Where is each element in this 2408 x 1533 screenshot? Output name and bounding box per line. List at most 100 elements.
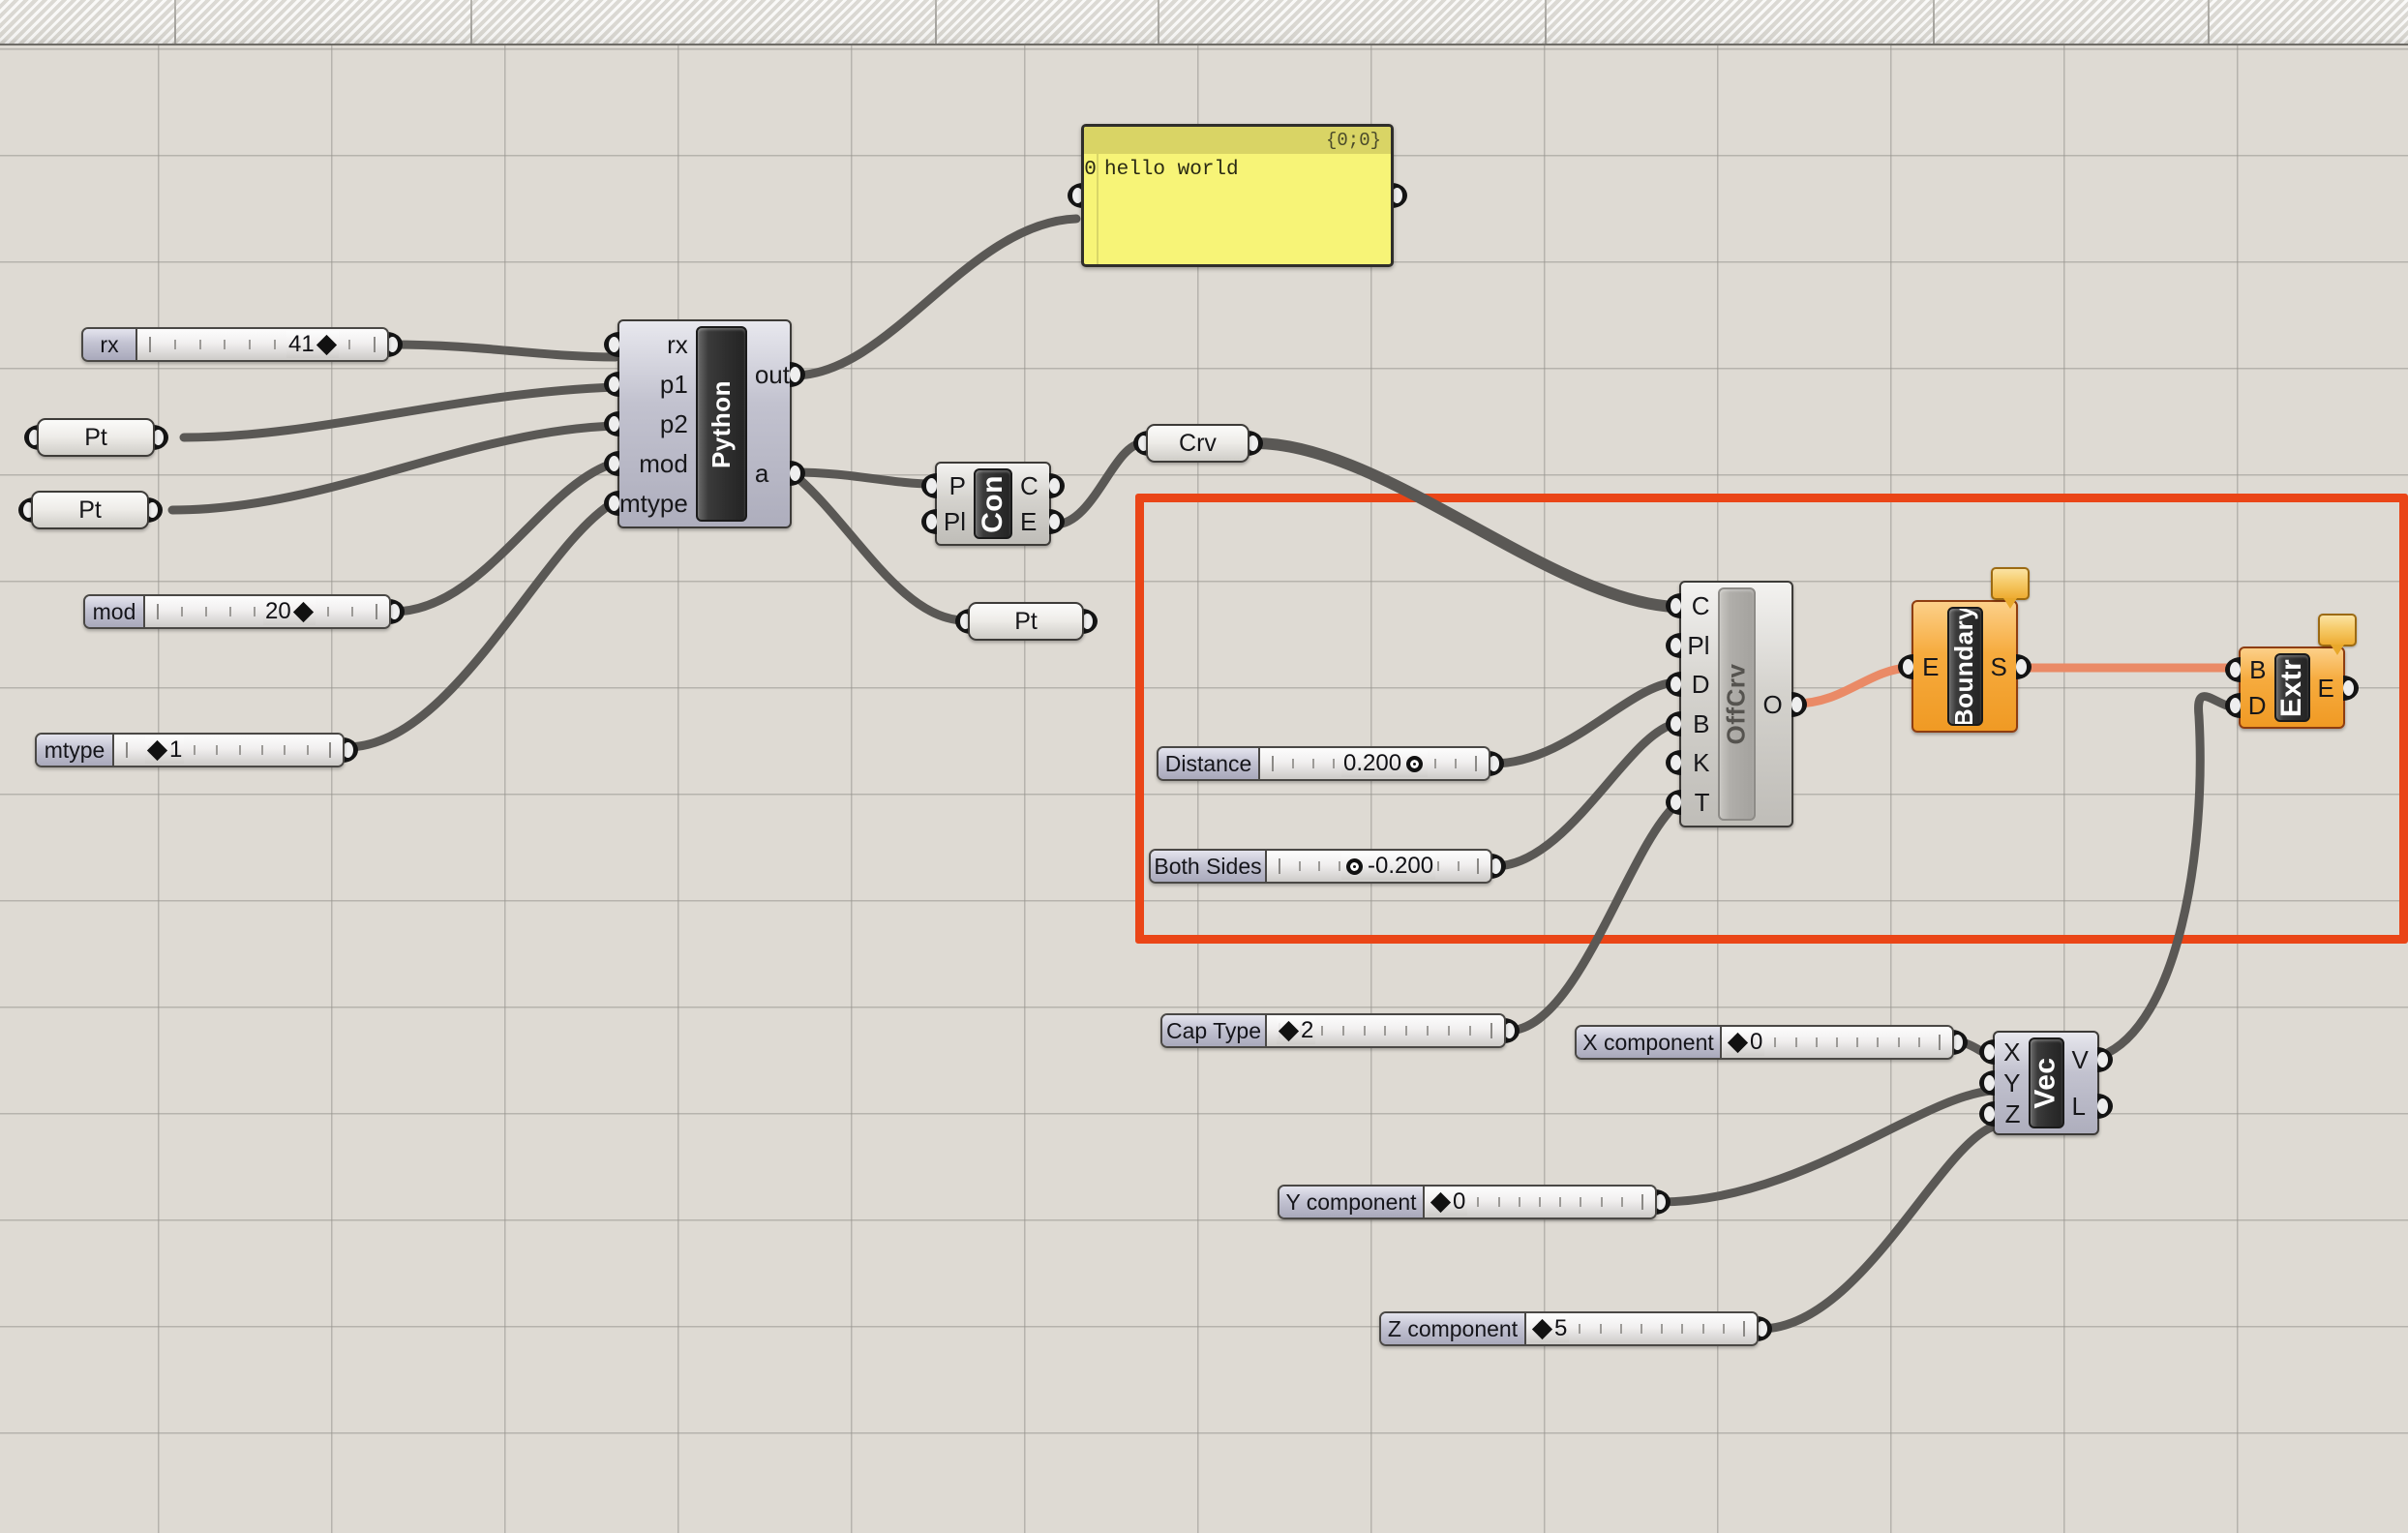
slider-y-component-value-group[interactable]: 0 <box>1429 1188 1467 1216</box>
output-port-nub[interactable] <box>1504 1018 1520 1043</box>
slider-distance-track[interactable]: 0.200 <box>1260 748 1489 779</box>
output-port-nub[interactable] <box>1248 431 1263 456</box>
wire-z-to-vec[interactable] <box>1761 1127 1991 1329</box>
input-port-c[interactable]: C <box>1692 593 1710 618</box>
input-port-pl[interactable]: Pl <box>944 509 966 534</box>
output-port-nub[interactable] <box>1049 473 1065 498</box>
slider-grip-handle[interactable] <box>1728 1032 1748 1052</box>
wire-pt2-to-python-p2[interactable] <box>172 426 616 510</box>
output-port-e[interactable]: E <box>1020 509 1037 534</box>
output-port-nub[interactable] <box>790 461 805 486</box>
warning-balloon-icon[interactable] <box>2318 614 2357 646</box>
slider-grip-handle[interactable] <box>1279 1020 1299 1040</box>
component-caption-capsule[interactable]: Extr <box>2274 653 2310 722</box>
slider-both-sides[interactable]: Both Sides -0.200 <box>1149 849 1492 884</box>
component-caption-capsule[interactable]: Con <box>974 468 1012 539</box>
input-port-pl[interactable]: Pl <box>1687 633 1709 658</box>
output-port-nub[interactable] <box>2097 1047 2113 1072</box>
output-port-c[interactable]: C <box>1020 473 1038 498</box>
slider-distance-label[interactable]: Distance <box>1159 748 1260 779</box>
input-port-z[interactable]: Z <box>2005 1101 2021 1127</box>
slider-x-component-value-group[interactable]: 0 <box>1726 1029 1764 1056</box>
slider-grip-handle[interactable] <box>1430 1191 1451 1212</box>
input-port-mod[interactable]: mod <box>639 451 688 476</box>
wire-con-e-to-crv[interactable] <box>1055 443 1142 525</box>
slider-both-sides-value-group[interactable]: -0.200 <box>1341 853 1435 880</box>
output-port-nub[interactable] <box>2097 1094 2113 1119</box>
input-port-t[interactable]: T <box>1695 790 1710 815</box>
output-port-nub[interactable] <box>389 599 405 624</box>
slider-grip-handle[interactable] <box>147 739 167 760</box>
slider-z-component-label[interactable]: Z component <box>1381 1313 1526 1344</box>
python-component[interactable]: rxp1p2modmtypePythonouta <box>617 319 792 528</box>
slider-rx[interactable]: rx41 <box>81 327 389 362</box>
output-port-nub[interactable] <box>153 425 168 450</box>
input-port-e[interactable]: E <box>1922 654 1939 679</box>
input-port-nub[interactable] <box>604 451 619 476</box>
component-caption-capsule[interactable]: Python <box>696 326 747 522</box>
input-port-y[interactable]: Y <box>2003 1070 2020 1096</box>
slider-grip-handle[interactable] <box>1532 1318 1552 1338</box>
output-port-o[interactable]: O <box>1763 692 1783 717</box>
output-port-a[interactable]: a <box>755 461 768 486</box>
vector-xyz-component[interactable]: XYZVecVL <box>1993 1031 2099 1135</box>
output-port-nub[interactable] <box>1049 509 1065 534</box>
slider-distance[interactable]: Distance0.200 <box>1157 746 1490 781</box>
input-port-d[interactable]: D <box>2248 693 2267 718</box>
component-caption-capsule[interactable]: Vec <box>2029 1037 2064 1128</box>
output-port-nub[interactable] <box>1655 1189 1671 1215</box>
input-port-nub[interactable] <box>1979 1039 1995 1065</box>
out-panel[interactable]: {0;0}0hello world <box>1081 124 1394 267</box>
input-port-x[interactable]: X <box>2003 1039 2020 1065</box>
wire-pt1-to-python-p1[interactable] <box>184 387 616 437</box>
input-port-d[interactable]: D <box>1692 672 1710 697</box>
slider-x-component-track[interactable]: 0 <box>1722 1027 1952 1058</box>
wire-python-out-to-panel[interactable] <box>794 219 1076 376</box>
input-port-nub[interactable] <box>921 473 937 498</box>
boundary-surfaces-component[interactable]: E Boundary S <box>1911 600 2018 733</box>
component-caption-capsule[interactable]: Boundary <box>1947 607 1983 726</box>
input-port-p[interactable]: P <box>949 473 966 498</box>
output-port-nub[interactable] <box>790 362 805 387</box>
slider-both-sides-label[interactable]: Both Sides <box>1151 851 1267 882</box>
pt-param-1[interactable]: Pt <box>37 418 155 457</box>
output-port-nub[interactable] <box>147 497 163 523</box>
input-port-p2[interactable]: p2 <box>660 411 688 436</box>
slider-cap-type[interactable]: Cap Type2 <box>1160 1013 1506 1048</box>
output-port-nub[interactable] <box>387 332 403 357</box>
construct-point-component[interactable]: P Pl Con CE <box>935 462 1051 546</box>
wire-python-a-to-con-p[interactable] <box>794 472 933 484</box>
slider-both-sides-track[interactable]: -0.200 <box>1267 851 1490 882</box>
input-port-k[interactable]: K <box>1693 750 1709 775</box>
input-port-b[interactable]: B <box>2249 657 2266 682</box>
output-port-e[interactable]: E <box>2318 676 2334 701</box>
pt-param-2[interactable]: Pt <box>31 491 149 529</box>
output-port-s[interactable]: S <box>1991 654 2007 679</box>
output-port-nub[interactable] <box>343 737 358 763</box>
slider-mod-track[interactable]: 20 <box>145 596 389 627</box>
wire-y-to-vec[interactable] <box>1659 1091 1991 1202</box>
slider-mod-label[interactable]: mod <box>85 596 145 627</box>
slider-grip-handle[interactable] <box>1346 858 1363 875</box>
slider-y-component-label[interactable]: Y component <box>1279 1187 1425 1217</box>
output-port-nub[interactable] <box>1082 609 1098 634</box>
slider-z-component-track[interactable]: 5 <box>1526 1313 1757 1344</box>
slider-mod[interactable]: mod20 <box>83 594 391 629</box>
input-port-nub[interactable] <box>604 372 619 397</box>
input-port-mtype[interactable]: mtype <box>619 491 688 516</box>
input-port-nub[interactable] <box>1979 1070 1995 1096</box>
slider-x-component[interactable]: X component0 <box>1575 1025 1954 1060</box>
slider-grip-handle[interactable] <box>316 334 337 354</box>
input-port-nub[interactable] <box>604 411 619 436</box>
slider-z-component-value-group[interactable]: 5 <box>1530 1315 1569 1342</box>
input-port-nub[interactable] <box>921 509 937 534</box>
slider-grip-handle[interactable] <box>293 601 314 621</box>
output-port-nub[interactable] <box>1392 183 1407 208</box>
output-port-nub[interactable] <box>1757 1316 1772 1341</box>
wire-rx-to-python[interactable] <box>391 345 616 357</box>
warning-balloon-icon[interactable] <box>1991 567 2030 600</box>
output-port-l[interactable]: L <box>2072 1094 2086 1119</box>
slider-mtype-value-group[interactable]: 1 <box>145 736 184 764</box>
pt-param-3[interactable]: Pt <box>968 602 1084 641</box>
extrude-component[interactable]: BD Extr E <box>2239 646 2345 729</box>
